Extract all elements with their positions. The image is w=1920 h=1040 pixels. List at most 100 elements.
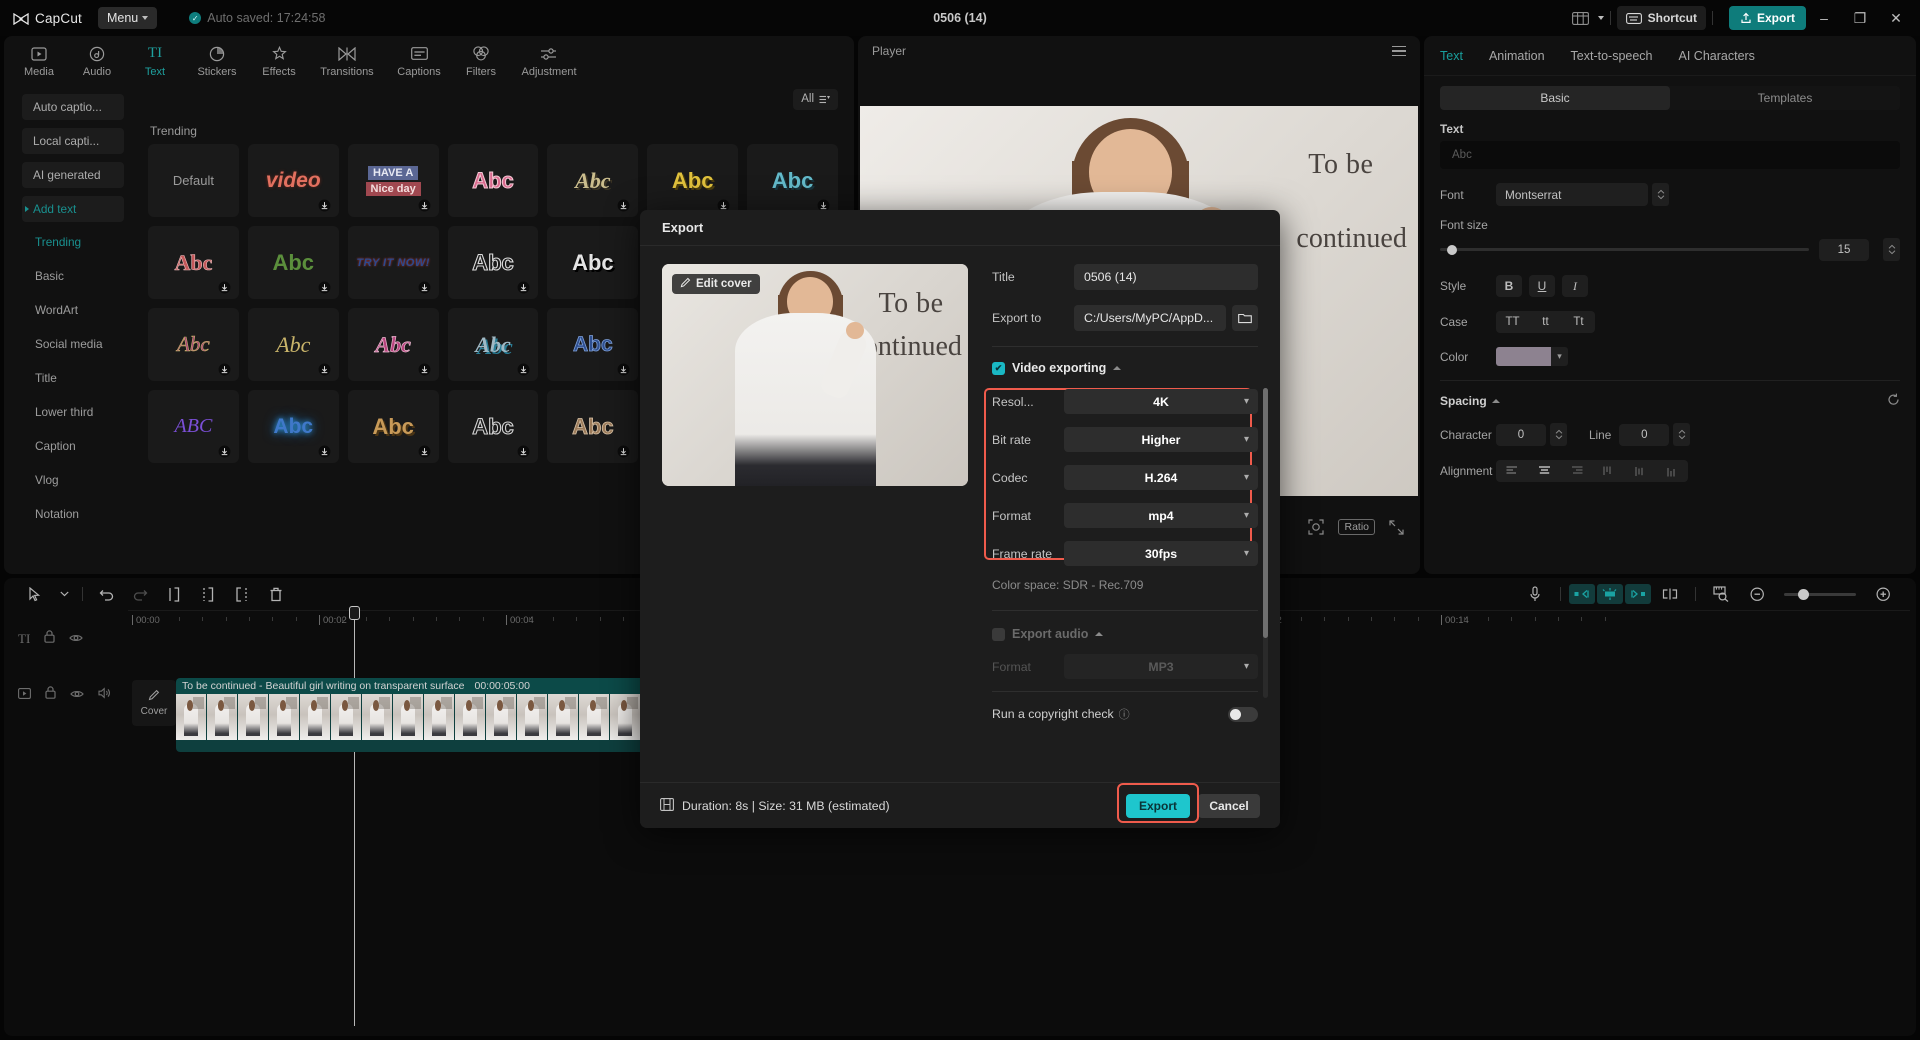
- text-template-item[interactable]: Default: [148, 144, 239, 217]
- zoom-slider-knob[interactable]: [1798, 589, 1809, 600]
- subcategory-notation[interactable]: Notation: [26, 502, 124, 526]
- download-icon[interactable]: [617, 363, 630, 376]
- subcategory-social-media[interactable]: Social media: [26, 332, 124, 356]
- text-template-item[interactable]: Abc: [148, 308, 239, 381]
- text-input[interactable]: Abc: [1440, 141, 1900, 169]
- download-icon[interactable]: [517, 363, 530, 376]
- chevron-down-icon[interactable]: [52, 581, 76, 607]
- reset-icon[interactable]: [1887, 393, 1900, 409]
- tab-text-to-speech[interactable]: Text-to-speech: [1571, 49, 1653, 63]
- align-right-icon[interactable]: [1560, 460, 1592, 482]
- text-template-item[interactable]: Abc: [348, 308, 439, 381]
- bitrate-select[interactable]: Higher▾: [1064, 427, 1258, 452]
- category-add-text[interactable]: Add text: [22, 196, 124, 222]
- export-audio-checkbox[interactable]: [992, 628, 1005, 641]
- layout-chevron-icon[interactable]: [1598, 16, 1604, 20]
- cover-cell[interactable]: Cover: [132, 680, 176, 726]
- nav-item-text[interactable]: TI Text: [126, 38, 184, 84]
- line-spacing-value[interactable]: 0: [1619, 424, 1669, 446]
- trim-left-icon[interactable]: [191, 581, 225, 607]
- title-input[interactable]: 0506 (14): [1074, 264, 1258, 290]
- color-swatch[interactable]: [1496, 347, 1551, 366]
- category-local-captions[interactable]: Local capti...: [22, 128, 124, 154]
- volume-icon[interactable]: [98, 686, 111, 704]
- minimize-button[interactable]: –: [1806, 2, 1842, 34]
- align-vertical-top-icon[interactable]: [1592, 460, 1624, 482]
- text-template-item[interactable]: Abc: [248, 390, 339, 463]
- download-icon[interactable]: [318, 281, 331, 294]
- text-template-item[interactable]: Abc: [448, 308, 539, 381]
- tab-text[interactable]: Text: [1440, 49, 1463, 63]
- character-spacing-stepper[interactable]: [1550, 423, 1567, 446]
- align-vertical-center-icon[interactable]: [1624, 460, 1656, 482]
- character-spacing-value[interactable]: 0: [1496, 424, 1546, 446]
- download-icon[interactable]: [318, 445, 331, 458]
- text-template-item[interactable]: Abc: [747, 144, 838, 217]
- framerate-select[interactable]: 30fps▾: [1064, 541, 1258, 566]
- text-template-item[interactable]: Abc: [647, 144, 738, 217]
- export-path-input[interactable]: C:/Users/MyPC/AppD...: [1074, 305, 1226, 331]
- select-tool-icon[interactable]: [18, 581, 52, 607]
- font-size-stepper[interactable]: [1883, 238, 1900, 261]
- chevron-up-icon[interactable]: [1113, 366, 1121, 370]
- cancel-button[interactable]: Cancel: [1198, 794, 1260, 818]
- lock-icon[interactable]: [44, 630, 55, 648]
- zoom-in-icon[interactable]: [1866, 581, 1900, 607]
- export-audio-row[interactable]: Export audio: [992, 627, 1258, 641]
- layout-icon[interactable]: [1564, 5, 1598, 31]
- text-template-item[interactable]: Abc: [448, 144, 539, 217]
- mic-icon[interactable]: [1518, 581, 1552, 607]
- text-template-item[interactable]: Abc: [448, 390, 539, 463]
- text-template-item[interactable]: Abc: [547, 144, 638, 217]
- line-spacing-stepper[interactable]: [1673, 423, 1690, 446]
- chevron-up-icon[interactable]: [1095, 632, 1103, 636]
- nav-item-effects[interactable]: Effects: [250, 38, 308, 84]
- italic-button[interactable]: I: [1562, 275, 1588, 297]
- codec-select[interactable]: H.264▾: [1064, 465, 1258, 490]
- split-icon[interactable]: [157, 581, 191, 607]
- shortcut-button[interactable]: Shortcut: [1617, 6, 1706, 30]
- keyframe-prev-icon[interactable]: [1569, 584, 1595, 604]
- dialog-scrollbar-thumb[interactable]: [1263, 388, 1268, 638]
- lock-icon[interactable]: [45, 686, 56, 704]
- close-button[interactable]: ✕: [1878, 2, 1914, 34]
- text-template-item[interactable]: Abc: [348, 390, 439, 463]
- text-template-item[interactable]: Abc: [248, 226, 339, 299]
- slider-knob[interactable]: [1447, 245, 1457, 255]
- export-button-titlebar[interactable]: Export: [1729, 6, 1806, 30]
- chevron-up-icon[interactable]: [1492, 399, 1500, 403]
- filter-all-button[interactable]: All: [793, 89, 838, 110]
- nav-item-filters[interactable]: Filters: [452, 38, 510, 84]
- download-icon[interactable]: [218, 363, 231, 376]
- nav-item-media[interactable]: Media: [10, 38, 68, 84]
- font-stepper[interactable]: [1652, 183, 1669, 206]
- category-auto-captions[interactable]: Auto captio...: [22, 94, 124, 120]
- measure-icon[interactable]: [1704, 581, 1738, 607]
- subcategory-lower-third[interactable]: Lower third: [26, 400, 124, 424]
- ratio-button[interactable]: Ratio: [1338, 519, 1375, 535]
- align-vertical-bottom-icon[interactable]: [1656, 460, 1688, 482]
- nav-item-stickers[interactable]: Stickers: [184, 38, 250, 84]
- edit-cover-button[interactable]: Edit cover: [672, 274, 760, 294]
- text-template-item[interactable]: TRY IT NOW!: [348, 226, 439, 299]
- case-uppercase-button[interactable]: TT: [1496, 311, 1529, 333]
- zoom-slider[interactable]: [1784, 593, 1856, 596]
- keyframe-icon[interactable]: [1597, 584, 1623, 604]
- text-template-item[interactable]: HAVE ANice day: [348, 144, 439, 217]
- text-template-item[interactable]: ABC: [148, 390, 239, 463]
- help-icon[interactable]: ⓘ: [1119, 706, 1130, 722]
- mirror-icon[interactable]: [1653, 581, 1687, 607]
- bold-button[interactable]: B: [1496, 275, 1522, 297]
- text-template-item[interactable]: Abc: [248, 308, 339, 381]
- playhead[interactable]: [354, 608, 355, 1026]
- case-titlecase-button[interactable]: Tt: [1562, 311, 1595, 333]
- zoom-out-icon[interactable]: [1740, 581, 1774, 607]
- subcategory-basic[interactable]: Basic: [26, 264, 124, 288]
- subcategory-trending[interactable]: Trending: [26, 230, 124, 254]
- text-template-item[interactable]: Abc: [547, 226, 638, 299]
- nav-item-adjustment[interactable]: Adjustment: [510, 38, 588, 84]
- download-icon[interactable]: [517, 445, 530, 458]
- subcategory-title[interactable]: Title: [26, 366, 124, 390]
- font-size-value[interactable]: 15: [1819, 239, 1869, 261]
- download-icon[interactable]: [318, 363, 331, 376]
